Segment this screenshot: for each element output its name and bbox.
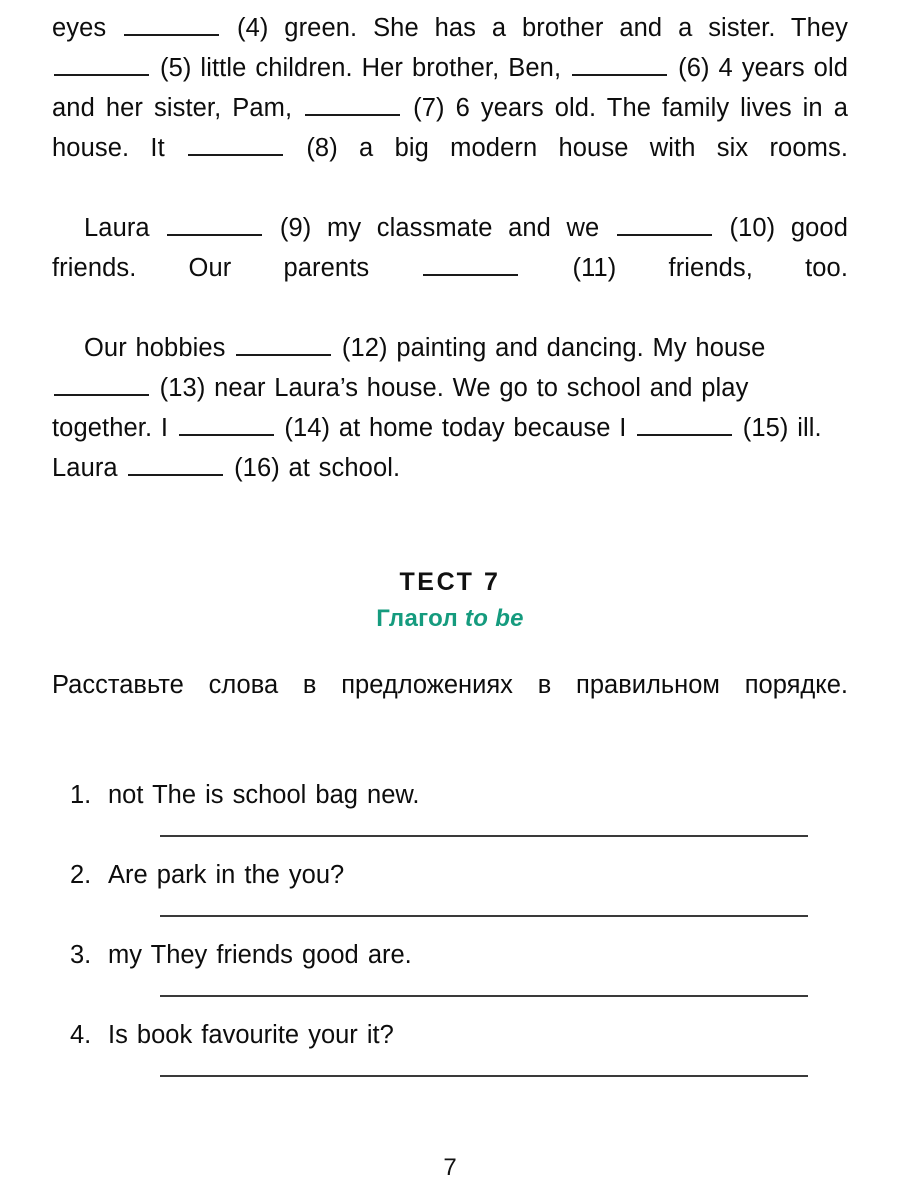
task-number: 1.: [70, 781, 92, 809]
task-item: 1. not The is school bag new.: [52, 775, 848, 837]
answer-blank[interactable]: [188, 139, 284, 156]
task-text: Are park in the you?: [108, 861, 345, 889]
task-row: 4. Is book favourite your it?: [52, 1015, 848, 1055]
answer-write-line[interactable]: [160, 995, 808, 997]
page-title: ТЕСТ 7: [399, 568, 501, 596]
task-text: not The is school bag new.: [108, 781, 420, 809]
answer-blank[interactable]: [616, 219, 712, 236]
cloze-text: (4) green. She has a brother and a siste…: [221, 14, 848, 42]
answer-blank[interactable]: [167, 219, 263, 236]
cloze-text: Laura: [84, 214, 166, 242]
task-row: 2. Are park in the you?: [52, 855, 848, 895]
answer-blank[interactable]: [54, 379, 149, 396]
answer-write-line[interactable]: [160, 915, 808, 917]
task-item: 4. Is book favourite your it?: [52, 1015, 848, 1077]
task-instruction: Расставьте слова в предложениях в правил…: [52, 671, 848, 699]
answer-blank[interactable]: [305, 99, 401, 116]
answer-blank[interactable]: [124, 19, 220, 36]
answer-blank[interactable]: [128, 459, 224, 476]
test-header: ТЕСТ 7 Глагол to be: [52, 566, 848, 637]
task-text: Is book favourite your it?: [108, 1021, 394, 1049]
answer-blank[interactable]: [178, 419, 274, 436]
task-item: 3. my They friends good are.: [52, 935, 848, 997]
cloze-exercise: eyes (4) green. She has a brother and a …: [52, 0, 848, 488]
cloze-paragraph: eyes (4) green. She has a brother and a …: [52, 8, 848, 208]
task-row: 1. not The is school bag new.: [52, 775, 848, 815]
worksheet-page: eyes (4) green. She has a brother and a …: [0, 0, 900, 1200]
answer-blank[interactable]: [54, 59, 149, 76]
cloze-text: (11) friends, too.: [520, 254, 848, 282]
task-number: 2.: [70, 861, 92, 889]
answer-blank[interactable]: [637, 419, 733, 436]
cloze-text: (8) a big modern house with six rooms.: [285, 134, 848, 162]
answer-blank[interactable]: [236, 339, 332, 356]
task-row: 3. my They friends good are.: [52, 935, 848, 975]
cloze-text: (16) at school.: [225, 454, 401, 482]
answer-write-line[interactable]: [160, 1075, 808, 1077]
cloze-paragraph: Our hobbies (12) painting and dancing. M…: [52, 328, 848, 488]
cloze-text: eyes: [52, 14, 123, 42]
cloze-text: (5) little children. Her brother, Ben,: [151, 54, 571, 82]
task-item: 2. Are park in the you?: [52, 855, 848, 917]
cloze-text: Our hobbies: [84, 334, 235, 362]
cloze-paragraph: Laura (9) my classmate and we (10) good …: [52, 208, 848, 328]
task-list: 1. not The is school bag new. 2. Are park i…: [52, 775, 848, 1077]
test-subtitle-ru: Глагол: [376, 605, 465, 632]
task-number: 3.: [70, 941, 92, 969]
answer-blank[interactable]: [572, 59, 668, 76]
task-number: 4.: [70, 1021, 92, 1049]
cloze-text: (12) painting and dancing. My house: [333, 334, 766, 362]
cloze-text: (14) at home today because I: [275, 414, 636, 442]
task-text: my They friends good are.: [108, 941, 412, 969]
test-subtitle-latin: to be: [464, 605, 524, 632]
page-number: 7: [443, 1154, 457, 1181]
answer-blank[interactable]: [423, 259, 519, 276]
answer-write-line[interactable]: [160, 835, 808, 837]
cloze-text: (9) my classmate and we: [264, 214, 615, 242]
test-subtitle: Глагол to be: [52, 601, 848, 637]
